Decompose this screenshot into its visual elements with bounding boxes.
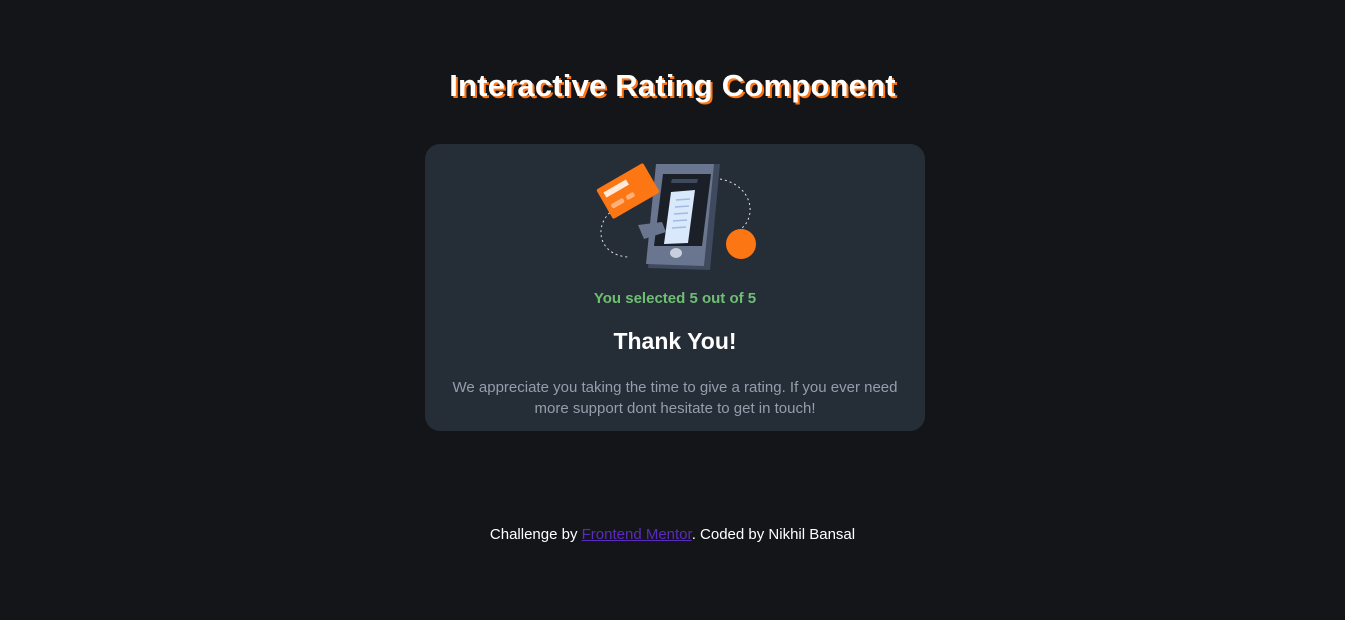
selected-rating-text: You selected 5 out of 5 [593, 290, 757, 307]
thank-you-card: You selected 5 out of 5 Thank You! We ap… [425, 144, 925, 431]
attribution-suffix: . Coded by Nikhil Bansal [691, 526, 856, 543]
thank-you-heading: Thank You! [613, 328, 737, 354]
thank-you-message: We appreciate you taking the time to giv… [452, 379, 898, 417]
attribution: Challenge by Frontend Mentor. Coded by N… [0, 526, 1345, 543]
frontend-mentor-link[interactable]: Frontend Mentor [582, 526, 692, 543]
attribution-prefix: Challenge by [489, 526, 582, 543]
page-title: Interactive Rating Component [449, 68, 896, 103]
payment-phone-illustration-icon [596, 163, 756, 270]
page: Interactive Rating Component You selecte… [0, 0, 1345, 620]
